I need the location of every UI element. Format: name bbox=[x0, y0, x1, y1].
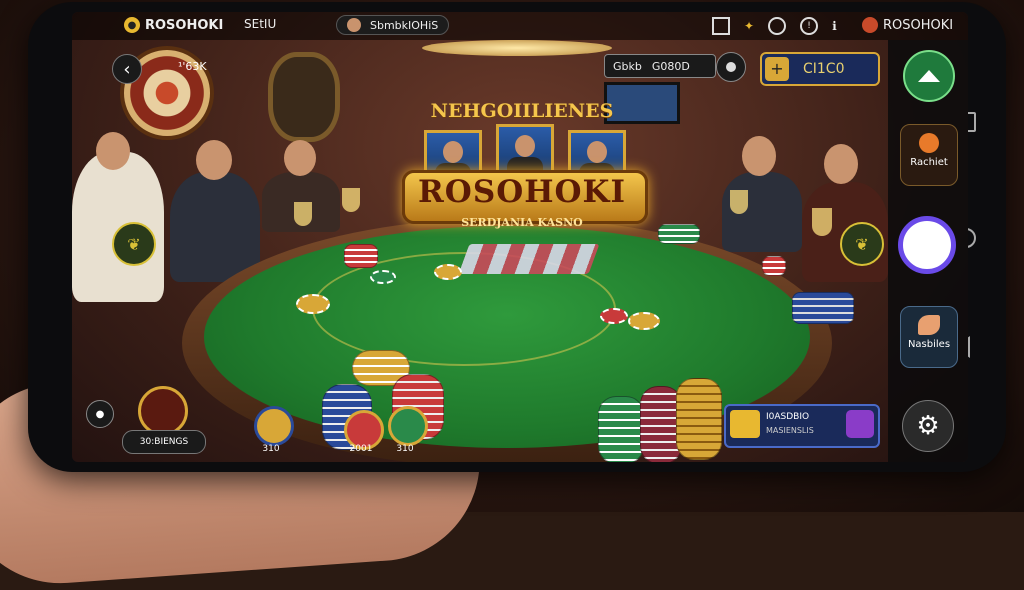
logo-top-text: NEHGOIILIENES bbox=[430, 100, 614, 122]
leaf-icon: ❦ bbox=[855, 234, 869, 254]
chip[interactable] bbox=[628, 312, 660, 330]
card-spread[interactable] bbox=[458, 244, 600, 274]
game-screen: NEHGOIILIENES ROSOHOKI SERDJANIA KASNO ●… bbox=[72, 12, 968, 462]
gem-icon bbox=[846, 410, 874, 438]
portrait-center bbox=[496, 124, 554, 176]
chip[interactable] bbox=[296, 294, 330, 314]
wallet-icon[interactable]: ✦ bbox=[744, 19, 754, 33]
player-right-1-head bbox=[742, 136, 776, 176]
player-left-2-head bbox=[284, 140, 316, 176]
wine-glass bbox=[342, 188, 360, 212]
chip[interactable] bbox=[370, 270, 396, 284]
player-left-1-head bbox=[196, 140, 232, 180]
wine-glass bbox=[730, 190, 748, 214]
player-left-1 bbox=[170, 172, 260, 282]
right-brand-label: ROSOHOKI bbox=[883, 17, 954, 33]
banner-line2: MASIENSLIS bbox=[766, 426, 814, 435]
brand-group: ● ROSOHOKI bbox=[124, 17, 223, 33]
user-label: SbmbkIOHiS bbox=[370, 18, 439, 32]
chip-stack[interactable] bbox=[762, 256, 786, 276]
leaf-icon: ❦ bbox=[127, 234, 141, 254]
chip-stack[interactable] bbox=[344, 244, 378, 268]
back-button[interactable]: ‹ bbox=[112, 54, 142, 84]
chip-stack[interactable] bbox=[658, 224, 700, 244]
coin-purchase-button[interactable]: + CI1C0 bbox=[760, 52, 880, 86]
logo-sub-text: SERDJANIA KASNO bbox=[461, 216, 583, 229]
score-label: ¹'63K bbox=[178, 60, 207, 73]
horn-icon bbox=[918, 315, 940, 335]
bonus-item[interactable]: Nasbiles bbox=[900, 306, 958, 368]
back-arrow-icon: ‹ bbox=[123, 58, 131, 80]
plus-coin-icon: + bbox=[765, 57, 789, 81]
menu-label[interactable]: SEtIU bbox=[244, 17, 276, 31]
action-button[interactable] bbox=[898, 216, 956, 274]
promo-banner[interactable]: I0ASDBIO MASIENSLIS bbox=[724, 404, 880, 448]
avatar-icon bbox=[347, 18, 361, 32]
coin-icon: ● bbox=[124, 17, 140, 33]
item1-label: Rachiet bbox=[910, 157, 948, 168]
chip[interactable] bbox=[600, 308, 628, 324]
right-brand-group: ROSOHOKI bbox=[862, 17, 953, 33]
lock-icon: ● bbox=[95, 408, 105, 420]
player-name-pill: 30:BIENGS bbox=[122, 430, 206, 454]
chip-stack[interactable] bbox=[676, 378, 722, 460]
chip-stack[interactable] bbox=[598, 396, 644, 462]
gift-icon[interactable] bbox=[712, 17, 730, 35]
phone-frame: NEHGOIILIENES ROSOHOKI SERDJANIA KASNO ●… bbox=[28, 2, 1006, 472]
balance-pill: Gbkb G080D bbox=[604, 54, 716, 78]
leaf-button-left[interactable]: ❦ bbox=[112, 222, 156, 266]
home-icon bbox=[918, 70, 940, 82]
rocket-item[interactable]: Rachiet bbox=[900, 124, 958, 186]
status-icons: ✦ ! ℹ bbox=[712, 17, 837, 35]
user-icon bbox=[726, 62, 736, 72]
wine-glass bbox=[812, 208, 832, 236]
wall-mirror bbox=[268, 52, 340, 142]
chip-button-1[interactable] bbox=[254, 406, 294, 446]
player-right-2-head bbox=[824, 144, 858, 184]
balance-prefix: Gbkb bbox=[613, 59, 642, 73]
coin-value: CI1C0 bbox=[803, 61, 845, 77]
logo-main-text: ROSOHOKI bbox=[418, 174, 626, 210]
settings-button[interactable]: ⚙ bbox=[902, 400, 954, 452]
chip-label-3: 310 bbox=[396, 444, 414, 454]
gear-icon: ⚙ bbox=[916, 411, 940, 441]
user-pill[interactable]: SbmbkIOHiS bbox=[336, 15, 450, 35]
timer-icon[interactable] bbox=[768, 17, 787, 35]
player-far-left-head bbox=[96, 132, 130, 170]
orb-icon bbox=[919, 133, 939, 153]
treasure-icon bbox=[730, 410, 760, 438]
brand-label: ROSOHOKI bbox=[145, 17, 224, 33]
game-logo: NEHGOIILIENES ROSOHOKI SERDJANIA KASNO bbox=[402, 100, 648, 229]
player-name: 30:BIENGS bbox=[139, 437, 189, 447]
crest-icon bbox=[862, 17, 878, 33]
item2-label: Nasbiles bbox=[907, 339, 951, 350]
status-bar: ● ROSOHOKI SEtIU SbmbkIOHiS ✦ ! ℹ ROSOHO… bbox=[72, 12, 968, 40]
chip-label-2: 2001 bbox=[349, 444, 373, 454]
wine-glass bbox=[294, 202, 312, 226]
alert-icon[interactable]: ! bbox=[800, 17, 819, 35]
lock-button[interactable]: ● bbox=[86, 400, 114, 428]
banner-line1: I0ASDBIO bbox=[766, 412, 810, 422]
home-button[interactable] bbox=[903, 50, 955, 102]
ceiling-light bbox=[422, 40, 612, 56]
leaf-button-right[interactable]: ❦ bbox=[840, 222, 884, 266]
chip-stack[interactable] bbox=[792, 292, 854, 324]
info-icon[interactable]: ℹ bbox=[832, 19, 837, 33]
profile-button[interactable] bbox=[716, 52, 746, 82]
right-side-panel: Rachiet Nasbiles ⚙ bbox=[888, 40, 968, 462]
chip-label-1: 310 bbox=[262, 444, 280, 454]
player-avatar[interactable] bbox=[138, 386, 188, 436]
chip[interactable] bbox=[434, 264, 462, 280]
chip-button-3[interactable] bbox=[388, 406, 428, 446]
menu-text: SEtIU bbox=[244, 17, 277, 31]
balance-value: G080D bbox=[651, 59, 690, 73]
